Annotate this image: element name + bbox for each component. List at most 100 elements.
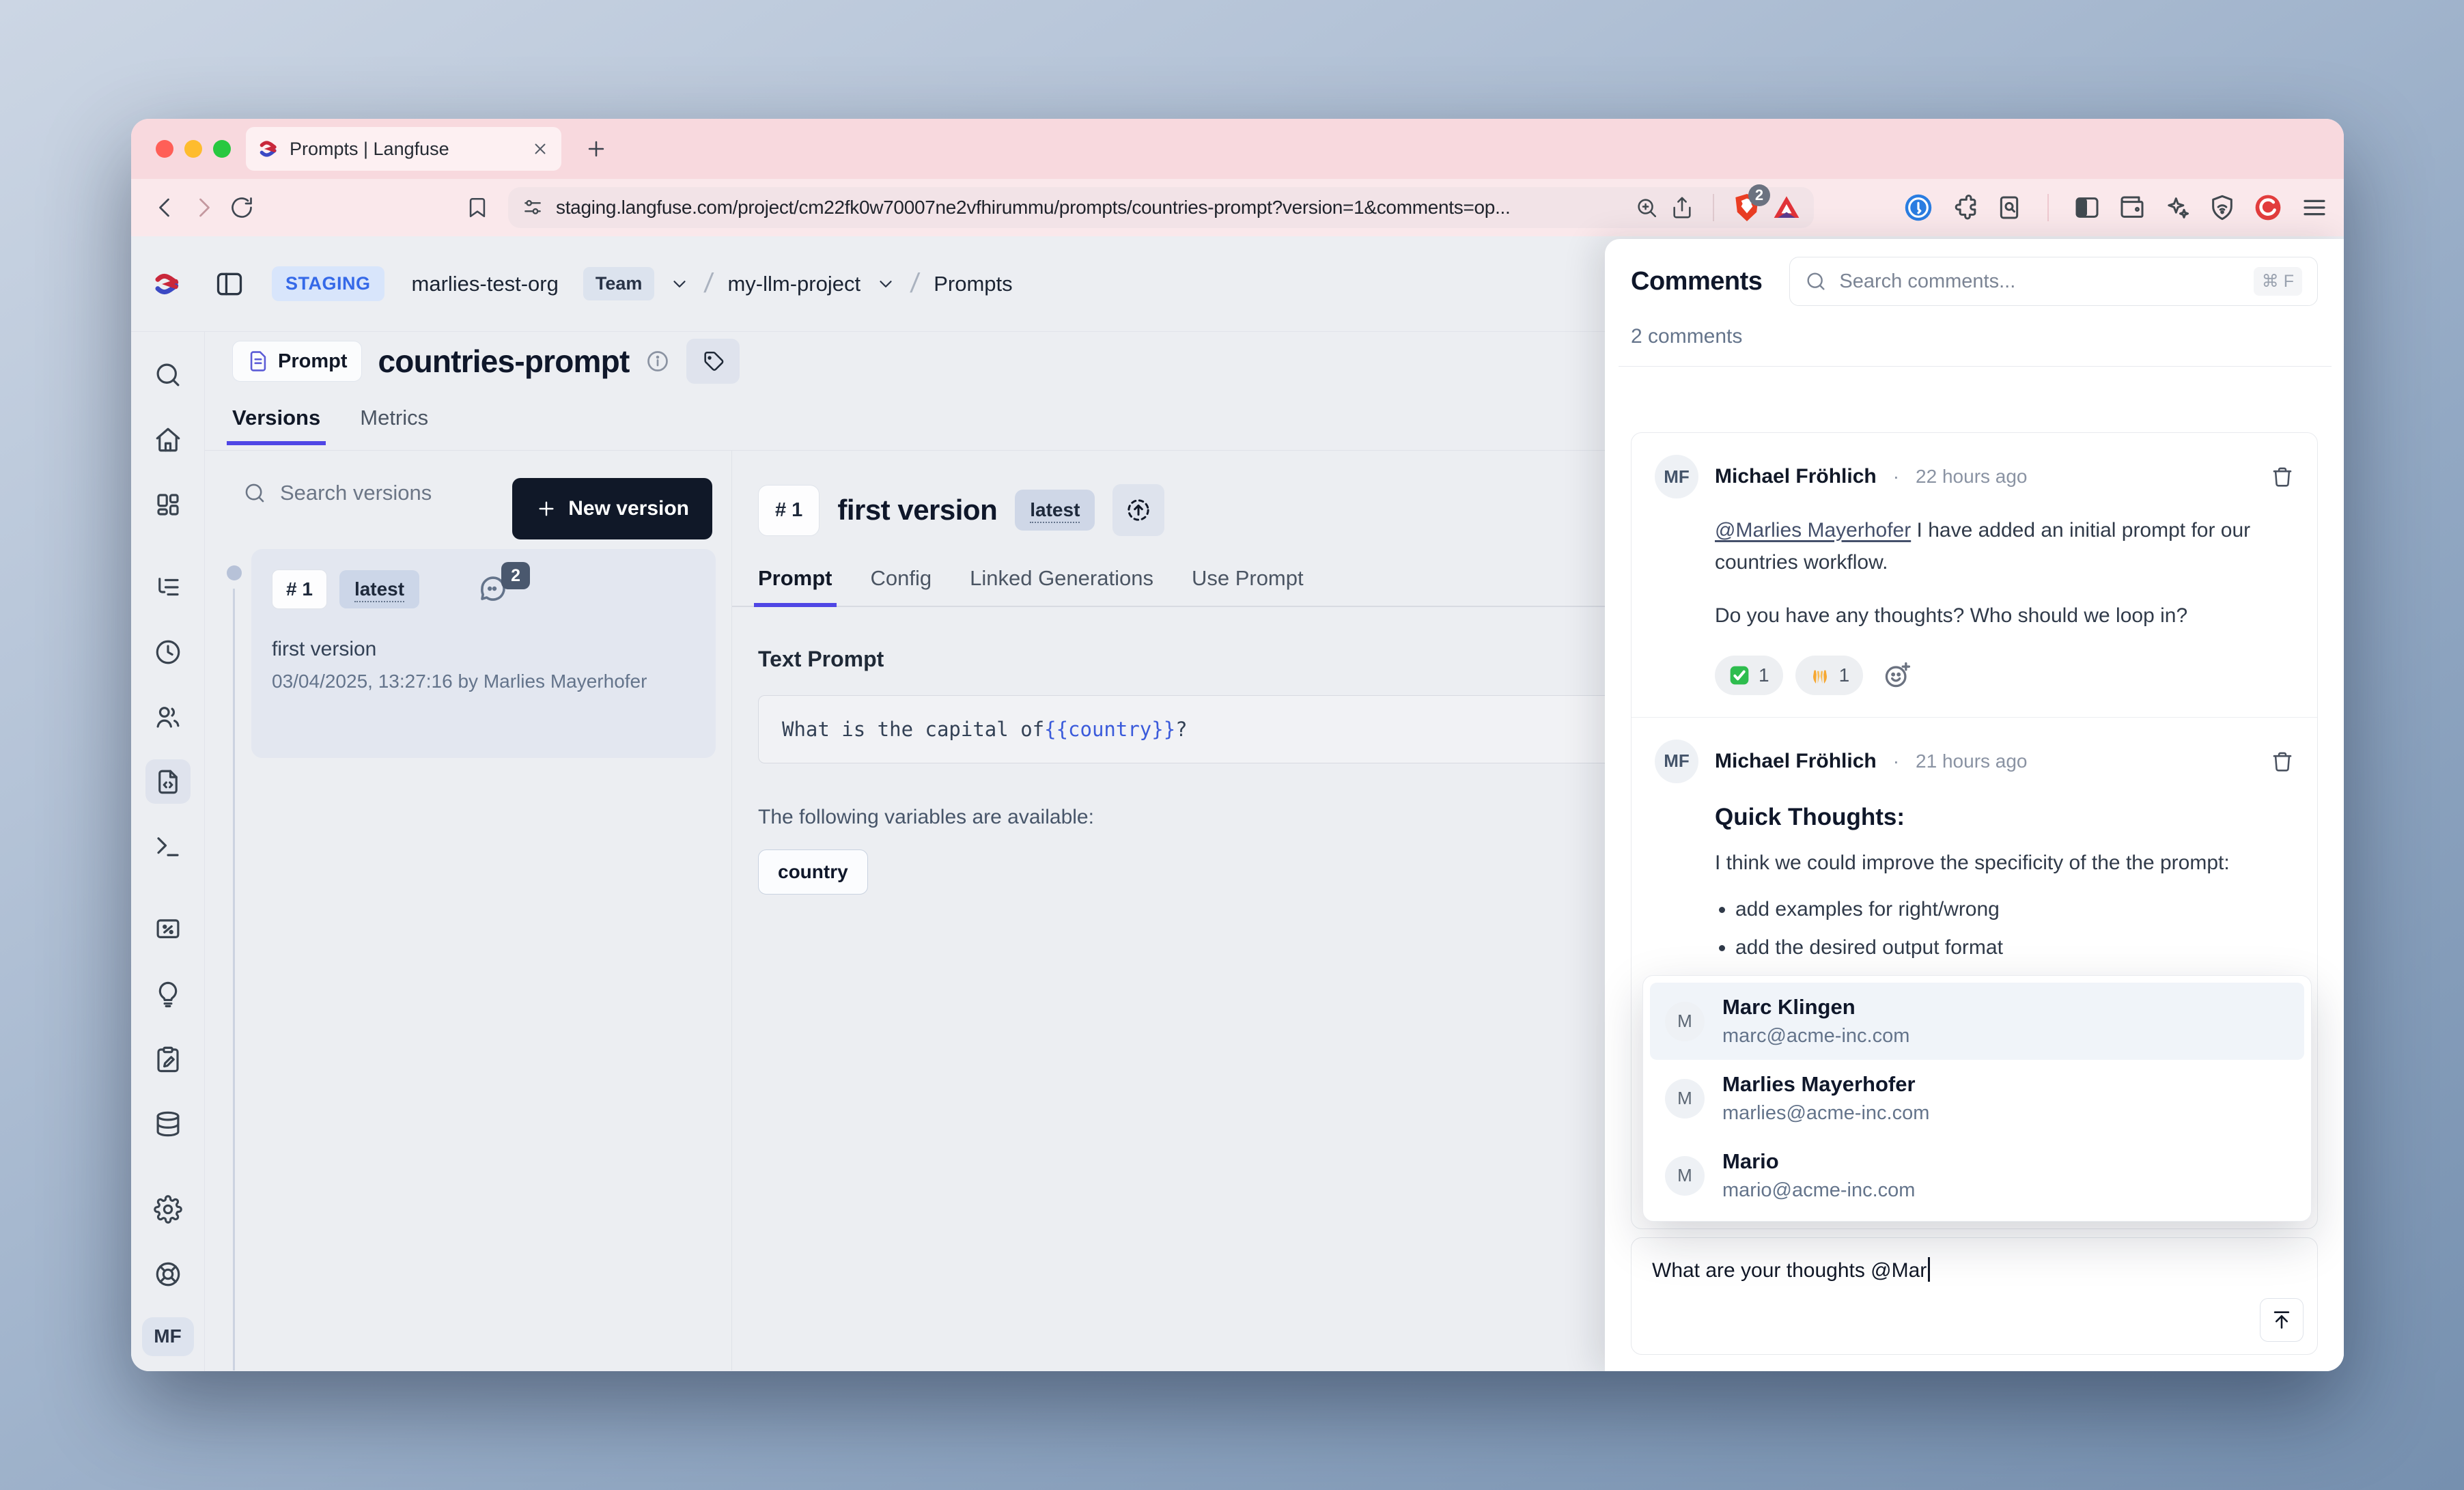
breadcrumb-separator: / bbox=[909, 268, 921, 299]
versions-search-placeholder: Search versions bbox=[280, 481, 432, 505]
wallet-icon[interactable] bbox=[2118, 194, 2146, 221]
leo-ai-sparkles-icon[interactable] bbox=[2164, 194, 2191, 221]
share-icon[interactable] bbox=[1670, 196, 1694, 219]
environment-badge: STAGING bbox=[272, 266, 384, 301]
new-tab-button[interactable] bbox=[585, 137, 608, 160]
delete-comment-icon[interactable] bbox=[2271, 750, 2294, 773]
mention-option[interactable]: M Mario mario@acme-inc.com bbox=[1650, 1137, 2304, 1214]
site-settings-icon[interactable] bbox=[522, 197, 544, 219]
comments-search-input[interactable]: Search comments... ⌘ F bbox=[1789, 257, 2318, 306]
sidebar-item-datasets[interactable] bbox=[145, 1102, 191, 1147]
password-manager-icon[interactable] bbox=[1904, 193, 1933, 222]
sidebar-item-settings[interactable] bbox=[145, 1187, 191, 1232]
comment-timestamp: 22 hours ago bbox=[1916, 466, 2027, 488]
reaction-check-pill[interactable]: 1 bbox=[1715, 656, 1783, 695]
user-avatar[interactable]: MF bbox=[142, 1317, 194, 1356]
add-reaction-icon[interactable] bbox=[1882, 660, 1912, 690]
maximize-window-button[interactable] bbox=[213, 140, 231, 158]
mention-link[interactable]: @Marlies Mayerhofer bbox=[1715, 519, 1911, 542]
menu-hamburger-icon[interactable] bbox=[2300, 193, 2329, 222]
breadcrumb-project[interactable]: my-llm-project bbox=[727, 272, 860, 296]
tab-use-prompt[interactable]: Use Prompt bbox=[1192, 566, 1304, 607]
tab-prompt[interactable]: Prompt bbox=[758, 566, 832, 607]
langfuse-app: STAGING marlies-test-org Team / my-llm-p… bbox=[131, 236, 2344, 1371]
reload-icon[interactable] bbox=[229, 195, 254, 220]
browser-tab[interactable]: Prompts | Langfuse bbox=[246, 127, 561, 171]
comment-text: I think we could improve the specificity… bbox=[1715, 847, 2294, 880]
comment-input[interactable]: What are your thoughts @Mar bbox=[1631, 1237, 2318, 1355]
tab-linked-generations[interactable]: Linked Generations bbox=[970, 566, 1153, 607]
promote-version-button[interactable] bbox=[1112, 484, 1164, 536]
versions-panel: Search versions New version # 1 latest bbox=[205, 451, 732, 1370]
reader-search-icon[interactable] bbox=[1996, 194, 2023, 221]
submit-comment-button[interactable] bbox=[2260, 1298, 2304, 1342]
url-text: staging.langfuse.com/project/cm22fk0w700… bbox=[556, 197, 1623, 219]
browser-toolbar: staging.langfuse.com/project/cm22fk0w700… bbox=[131, 179, 2344, 236]
info-icon[interactable] bbox=[645, 349, 670, 374]
latest-badge: latest bbox=[339, 570, 419, 608]
reaction-hands-pill[interactable]: 1 bbox=[1795, 656, 1864, 695]
sidebar-item-sessions[interactable] bbox=[145, 630, 191, 674]
browser-tab-bar: Prompts | Langfuse bbox=[131, 119, 2344, 179]
tab-metrics[interactable]: Metrics bbox=[360, 406, 428, 445]
extensions-puzzle-icon[interactable] bbox=[1950, 194, 1978, 221]
delete-comment-icon[interactable] bbox=[2271, 465, 2294, 488]
sidebar-app-icon[interactable] bbox=[2254, 193, 2282, 222]
chevron-down-icon[interactable] bbox=[669, 274, 690, 294]
org-role-badge[interactable]: Team bbox=[583, 267, 655, 300]
sidebar-item-dashboards[interactable] bbox=[145, 482, 191, 526]
vpn-shield-icon[interactable] bbox=[2209, 194, 2236, 221]
avatar: M bbox=[1665, 1002, 1705, 1041]
comment-count-badge: 2 bbox=[501, 562, 530, 589]
version-timeline-line bbox=[233, 589, 235, 1370]
sidebar-item-evaluation[interactable] bbox=[145, 908, 191, 952]
close-window-button[interactable] bbox=[156, 140, 173, 158]
comment-separator: · bbox=[1893, 750, 1899, 772]
comment-item: MF Michael Fröhlich · 22 hours ago @Marl… bbox=[1632, 433, 2317, 717]
sidebar-toggle-icon[interactable] bbox=[2073, 194, 2101, 221]
address-bar[interactable]: staging.langfuse.com/project/cm22fk0w700… bbox=[508, 187, 1814, 228]
check-mark-emoji bbox=[1728, 664, 1750, 686]
forward-icon[interactable] bbox=[191, 195, 216, 220]
breadcrumb-separator: / bbox=[703, 268, 714, 299]
sidebar-item-support[interactable] bbox=[145, 1252, 191, 1297]
close-tab-icon[interactable] bbox=[531, 140, 549, 158]
variable-badge: country bbox=[758, 849, 868, 895]
sidebar-rail: MF bbox=[131, 332, 205, 1371]
comments-title: Comments bbox=[1631, 267, 1762, 296]
sidebar-item-search[interactable] bbox=[145, 352, 191, 397]
comment-author: Michael Fröhlich bbox=[1715, 465, 1877, 488]
brave-shields-icon[interactable]: 2 bbox=[1733, 193, 1761, 223]
avatar: M bbox=[1665, 1156, 1705, 1196]
breadcrumb-org[interactable]: marlies-test-org bbox=[412, 272, 559, 296]
breadcrumb-section: Prompts bbox=[934, 272, 1012, 296]
brave-rewards-icon[interactable] bbox=[1773, 194, 1800, 221]
mention-option[interactable]: M Marc Klingen marc@acme-inc.com bbox=[1650, 983, 2304, 1060]
panel-toggle-icon[interactable] bbox=[214, 269, 244, 299]
sidebar-item-users[interactable] bbox=[145, 694, 191, 739]
minimize-window-button[interactable] bbox=[184, 140, 202, 158]
back-icon[interactable] bbox=[153, 195, 178, 220]
zoom-in-icon[interactable] bbox=[1635, 196, 1658, 219]
avatar: MF bbox=[1655, 740, 1698, 783]
version-list-item[interactable]: # 1 latest 2 first version 03/04/2025, 1… bbox=[251, 549, 716, 758]
tab-versions[interactable]: Versions bbox=[232, 406, 320, 445]
chevron-down-icon[interactable] bbox=[876, 274, 896, 294]
tab-config[interactable]: Config bbox=[871, 566, 932, 607]
sidebar-item-playground[interactable] bbox=[145, 824, 191, 869]
mention-option[interactable]: M Marlies Mayerhofer marlies@acme-inc.co… bbox=[1650, 1060, 2304, 1137]
new-version-button[interactable]: New version bbox=[512, 478, 712, 539]
avatar: M bbox=[1665, 1079, 1705, 1119]
sidebar-item-annotation[interactable] bbox=[145, 1037, 191, 1082]
sidebar-item-home[interactable] bbox=[145, 417, 191, 462]
tag-button[interactable] bbox=[686, 339, 740, 384]
comment-bubble-icon[interactable]: 2 bbox=[477, 573, 509, 606]
sidebar-item-tracing[interactable] bbox=[145, 565, 191, 609]
keyboard-shortcut-badge: ⌘ F bbox=[2254, 267, 2302, 296]
sidebar-item-scores[interactable] bbox=[145, 972, 191, 1017]
sidebar-item-prompts[interactable] bbox=[145, 759, 191, 804]
comment-text: Do you have any thoughts? Who should we … bbox=[1715, 600, 2294, 632]
prompt-variable-token: {{country}} bbox=[1044, 718, 1175, 741]
raised-hands-emoji bbox=[1809, 664, 1831, 686]
bookmark-icon[interactable] bbox=[466, 196, 489, 219]
